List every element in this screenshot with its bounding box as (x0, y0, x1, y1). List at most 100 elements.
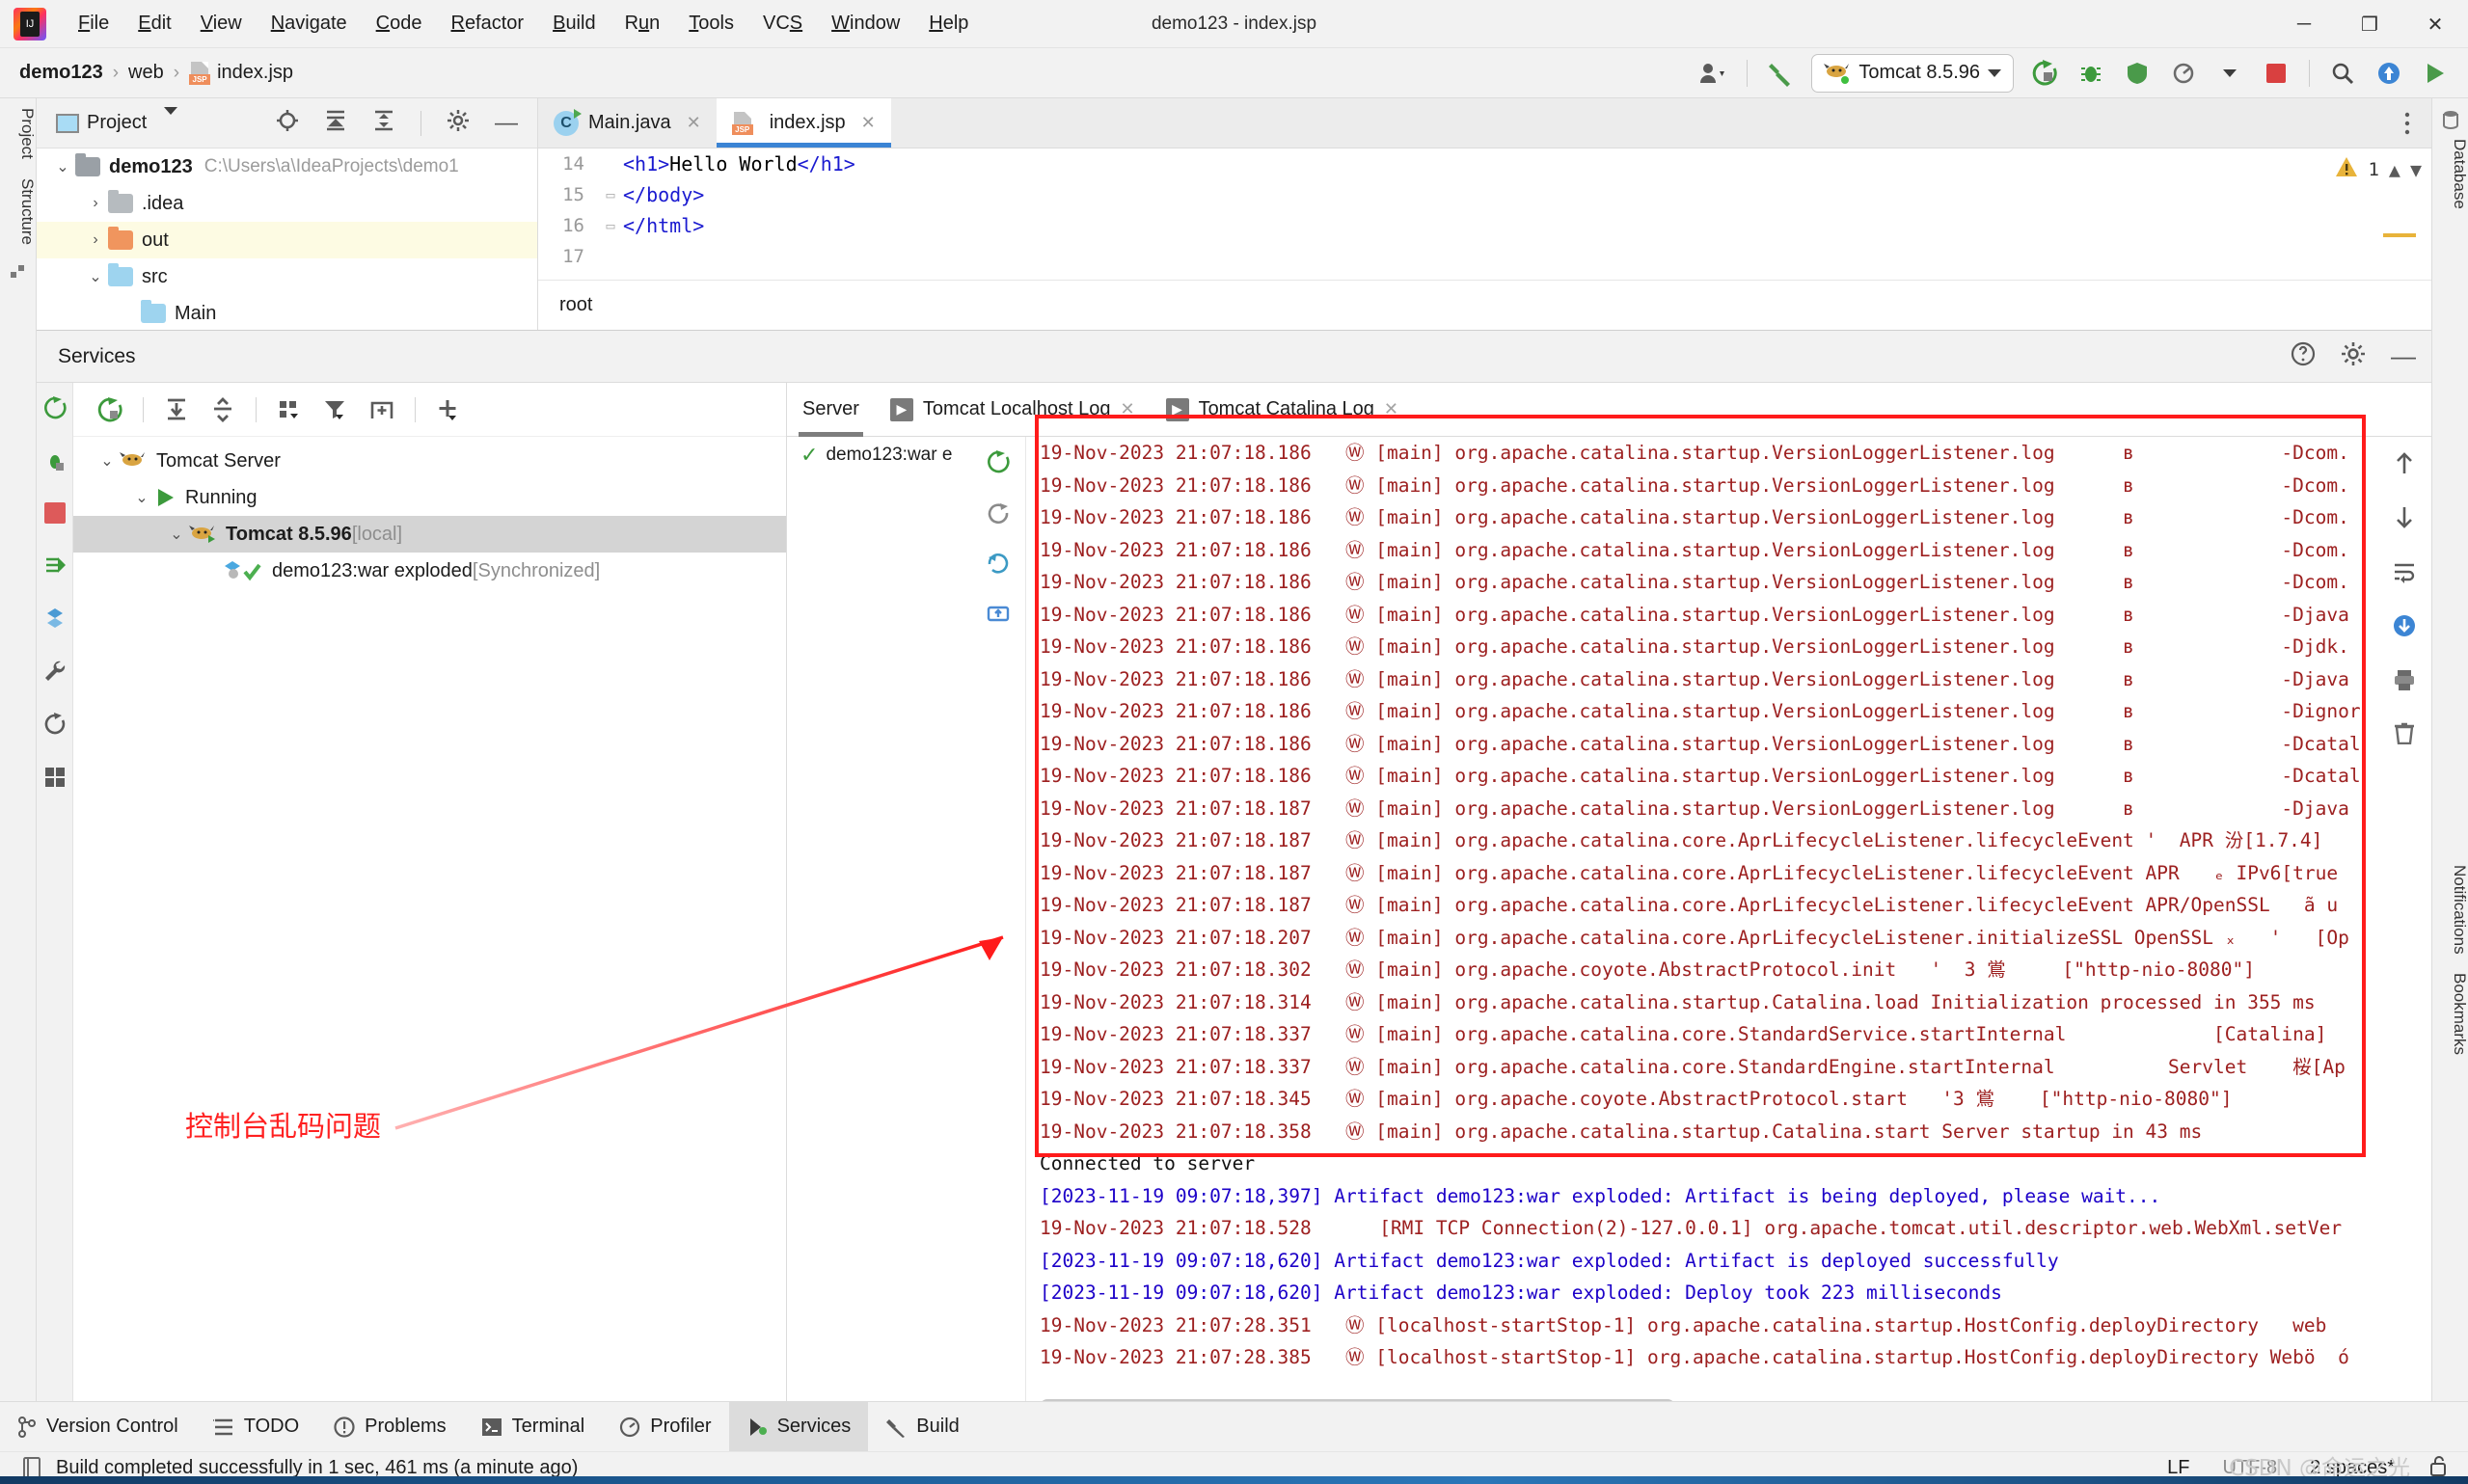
run-configuration-selector[interactable]: Tomcat 8.5.96 (1811, 53, 2014, 93)
chevron-down-icon[interactable]: ⌄ (95, 451, 120, 471)
project-tree-row[interactable]: ⌄ demo123 C:\Users\a\IdeaProjects\demo1 (37, 148, 537, 185)
trash-icon[interactable] (2393, 721, 2416, 749)
log-tab-tomcat-localhost-log[interactable]: ▶ Tomcat Localhost Log ✕ (875, 383, 1151, 437)
close-icon[interactable]: ✕ (687, 113, 701, 133)
menu-help[interactable]: Help (914, 9, 983, 39)
soft-wrap-icon[interactable] (2393, 560, 2416, 588)
bottom-tab-problems[interactable]: Problems (316, 1402, 463, 1452)
layout-icon[interactable] (43, 766, 67, 794)
maximize-button[interactable]: ❐ (2337, 0, 2402, 48)
chevron-down-icon[interactable]: ⌄ (164, 525, 189, 544)
breadcrumb-web[interactable]: web (128, 62, 164, 84)
gear-icon[interactable] (2341, 341, 2366, 371)
bottom-tab-version-control[interactable]: Version Control (0, 1402, 196, 1452)
menu-code[interactable]: Code (362, 9, 437, 39)
rerun-icon[interactable] (87, 389, 133, 431)
menu-refactor[interactable]: Refactor (436, 9, 538, 39)
chevron-right-icon[interactable]: › (83, 195, 108, 212)
stop-icon[interactable] (43, 502, 66, 528)
console-output[interactable]: 19-Nov-2023 21:07:18.186 Ⓦ [main] org.ap… (1026, 437, 2431, 1424)
run-icon[interactable] (2412, 52, 2458, 94)
window-controls[interactable]: ─ ❐ ✕ (2271, 0, 2468, 48)
services-tree-row[interactable]: ⌄ Tomcat Server (73, 443, 786, 479)
coverage-icon[interactable] (2114, 52, 2160, 94)
services-tree-toolbar[interactable] (73, 383, 786, 437)
expand-all-icon[interactable] (153, 389, 200, 431)
locate-icon[interactable] (276, 109, 299, 137)
rail-item-bookmarks[interactable]: Bookmarks (2432, 963, 2468, 1065)
services-action-rail[interactable] (37, 383, 73, 1424)
add-icon[interactable] (425, 389, 472, 431)
refresh-icon[interactable] (43, 713, 67, 741)
scroll-up-icon[interactable] (2394, 450, 2415, 480)
editor-tab-main-java[interactable]: C Main.java ✕ (538, 98, 717, 148)
chevron-down-icon[interactable]: ⌄ (129, 488, 154, 507)
account-icon[interactable] (1691, 52, 1737, 94)
menu-tools[interactable]: Tools (674, 9, 748, 39)
breadcrumb-project[interactable]: demo123 (19, 62, 103, 84)
minimize-panel-icon[interactable]: — (2391, 341, 2416, 371)
help-icon[interactable] (2291, 341, 2316, 371)
bottom-tool-bar[interactable]: Version Control TODO Problems Terminal Profi… (0, 1401, 2468, 1452)
chevron-down-icon[interactable]: ⌄ (83, 267, 108, 286)
artifacts-icon[interactable] (43, 607, 67, 634)
print-icon[interactable] (2393, 668, 2416, 696)
breadcrumb-file[interactable]: index.jsp (217, 62, 293, 84)
services-tree-row[interactable]: ⌄ Running (73, 479, 786, 516)
expand-all-icon[interactable] (324, 109, 347, 137)
bottom-tab-services[interactable]: Services (728, 1401, 869, 1452)
menu-run[interactable]: Run (610, 9, 675, 39)
console-action-rail[interactable] (2377, 437, 2431, 1424)
services-tree-row[interactable]: ⌄ Tomcat 8.5.96 [local] (73, 516, 786, 553)
rail-item-notifications[interactable]: Notifications (2432, 855, 2468, 964)
log-tab-tomcat-catalina-log[interactable]: ▶ Tomcat Catalina Log ✕ (1151, 383, 1414, 437)
rerun-icon[interactable] (987, 450, 1010, 478)
close-icon[interactable]: ✕ (861, 113, 876, 133)
bottom-tab-profiler[interactable]: Profiler (602, 1402, 728, 1452)
redeploy-icon[interactable] (43, 553, 67, 581)
log-tab-server[interactable]: Server (787, 383, 875, 437)
bottom-tab-terminal[interactable]: Terminal (464, 1402, 603, 1452)
deployment-toolbar[interactable] (971, 437, 1025, 632)
add-tab-icon[interactable] (359, 389, 405, 431)
editor-options-icon[interactable] (2404, 98, 2431, 148)
editor-tab-bar[interactable]: C Main.java ✕ JSP index.jsp ✕ (538, 98, 2431, 148)
chevron-down-icon[interactable] (1988, 68, 2001, 77)
project-tree-row[interactable]: ⌄ src (37, 258, 537, 295)
update-icon[interactable] (987, 604, 1010, 632)
fold-marker[interactable]: ▭ (598, 217, 623, 234)
services-tree-row[interactable]: demo123:war exploded [Synchronized] (73, 553, 786, 589)
project-tree-row[interactable]: › out (37, 222, 537, 258)
services-header-actions[interactable]: — (2291, 341, 2416, 371)
chevron-down-icon[interactable] (2207, 52, 2253, 94)
minimize-button[interactable]: ─ (2271, 0, 2337, 48)
menu-vcs[interactable]: VCS (748, 9, 817, 39)
redeploy-icon[interactable] (987, 553, 1010, 580)
rail-item-structure[interactable]: Structure (0, 169, 37, 255)
gear-icon[interactable] (447, 109, 470, 137)
filter-icon[interactable] (312, 389, 359, 431)
project-tree-row[interactable]: › .idea (37, 185, 537, 222)
bottom-tab-todo[interactable]: TODO (196, 1402, 316, 1452)
scroll-down-icon[interactable] (2394, 505, 2415, 535)
menu-build[interactable]: Build (538, 9, 610, 39)
chevron-down-icon[interactable]: ▼ (2410, 158, 2422, 181)
rail-item-database[interactable]: Database (2432, 129, 2468, 219)
rerun-icon[interactable] (43, 396, 67, 424)
editor-breadcrumb-root[interactable]: root (559, 294, 592, 316)
debug-icon[interactable] (2068, 52, 2114, 94)
rail-item-project[interactable]: Project (0, 98, 37, 169)
undeploy-icon[interactable] (987, 501, 1010, 529)
rerun-icon[interactable] (2021, 52, 2068, 94)
fold-marker[interactable]: ▭ (598, 186, 623, 203)
menu-file[interactable]: File (64, 9, 123, 39)
stop-icon[interactable] (2253, 52, 2299, 94)
chevron-down-icon[interactable] (164, 106, 178, 132)
project-tree[interactable]: ⌄ demo123 C:\Users\a\IdeaProjects\demo1 › .i… (37, 148, 537, 332)
scroll-to-end-icon[interactable] (2393, 613, 2416, 643)
project-tree-row[interactable]: Main (37, 295, 537, 332)
log-tab-bar[interactable]: Server ▶ Tomcat Localhost Log ✕ ▶ Tomcat Cata… (787, 383, 2431, 437)
bottom-tab-build[interactable]: Build (868, 1402, 976, 1452)
menu-view[interactable]: View (186, 9, 257, 39)
debug-icon[interactable] (43, 449, 67, 477)
